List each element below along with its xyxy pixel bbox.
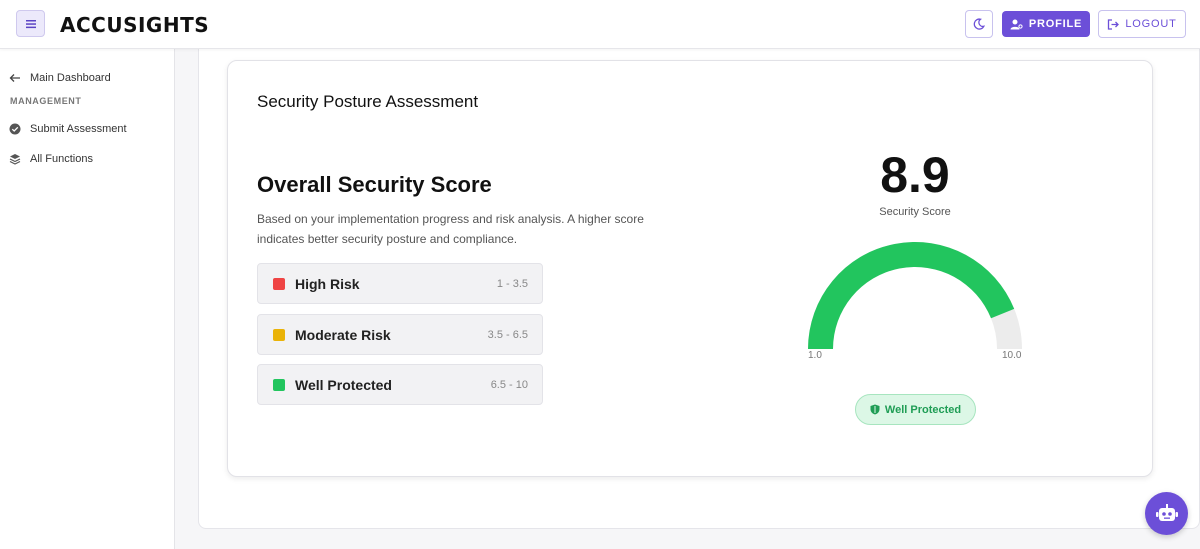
gauge-min-label: 1.0 [808,350,822,361]
risk-level-label: Moderate Risk [295,327,391,343]
arrow-left-icon [9,74,20,82]
security-score-value: 8.9 [880,147,950,203]
risk-level-well-protected: Well Protected 6.5 - 10 [257,364,543,405]
logout-button-label: LOGOUT [1125,18,1177,30]
score-description: Based on your implementation progress an… [257,212,644,246]
sidebar-section-heading: MANAGEMENT [10,96,82,106]
sidebar-item-label: Main Dashboard [30,72,111,84]
menu-icon [25,19,36,28]
user-gear-icon [1010,19,1023,29]
hamburger-menu-button[interactable] [16,10,45,37]
sign-out-icon [1108,18,1120,30]
check-circle-icon [9,123,21,135]
sidebar-item-label: All Functions [30,153,93,165]
logout-button[interactable]: LOGOUT [1098,10,1186,38]
security-score-gauge [808,242,1022,349]
status-badge-label: Well Protected [884,403,962,416]
card-title: Security Posture Assessment [257,92,479,111]
theme-toggle-button[interactable] [965,10,993,38]
risk-level-range: 1 - 3.5 [496,278,528,290]
risk-color-swatch [273,329,285,341]
profile-button-label: PROFILE [1028,18,1083,30]
risk-level-high: High Risk 1 - 3.5 [257,263,543,304]
sidebar-item-submit-assessment[interactable]: Submit Assessment [9,123,127,135]
risk-level-label: Well Protected [295,377,392,393]
risk-level-range: 6.5 - 10 [490,379,528,391]
gauge-max-label: 10.0 [1002,350,1022,361]
sidebar-item-main-dashboard[interactable]: Main Dashboard [9,72,111,84]
status-badge: Well Protected [855,394,976,425]
layers-icon [9,154,21,165]
gauge-fill [808,242,1015,349]
risk-level-moderate: Moderate Risk 3.5 - 6.5 [257,314,543,355]
risk-level-range: 3.5 - 6.5 [487,329,528,341]
app-logo[interactable]: ACCUSIGHTS [60,13,209,37]
security-score-caption: Security Score [879,206,951,218]
risk-color-swatch [273,379,285,391]
moon-icon [973,18,985,30]
risk-color-swatch [273,278,285,290]
chatbot-button[interactable] [1145,492,1188,535]
risk-level-label: High Risk [295,276,360,292]
security-posture-card: Security Posture Assessment Overall Secu… [227,60,1153,477]
robot-icon [1155,503,1178,521]
profile-button[interactable]: PROFILE [1002,11,1090,37]
top-header: ACCUSIGHTS PROFILE LOGOUT [0,0,1200,49]
sidebar: Main Dashboard MANAGEMENT Submit Assessm… [0,49,175,549]
overall-score-heading: Overall Security Score [257,172,492,197]
shield-icon [870,404,880,415]
sidebar-item-label: Submit Assessment [30,123,127,135]
sidebar-item-all-functions[interactable]: All Functions [9,153,93,165]
